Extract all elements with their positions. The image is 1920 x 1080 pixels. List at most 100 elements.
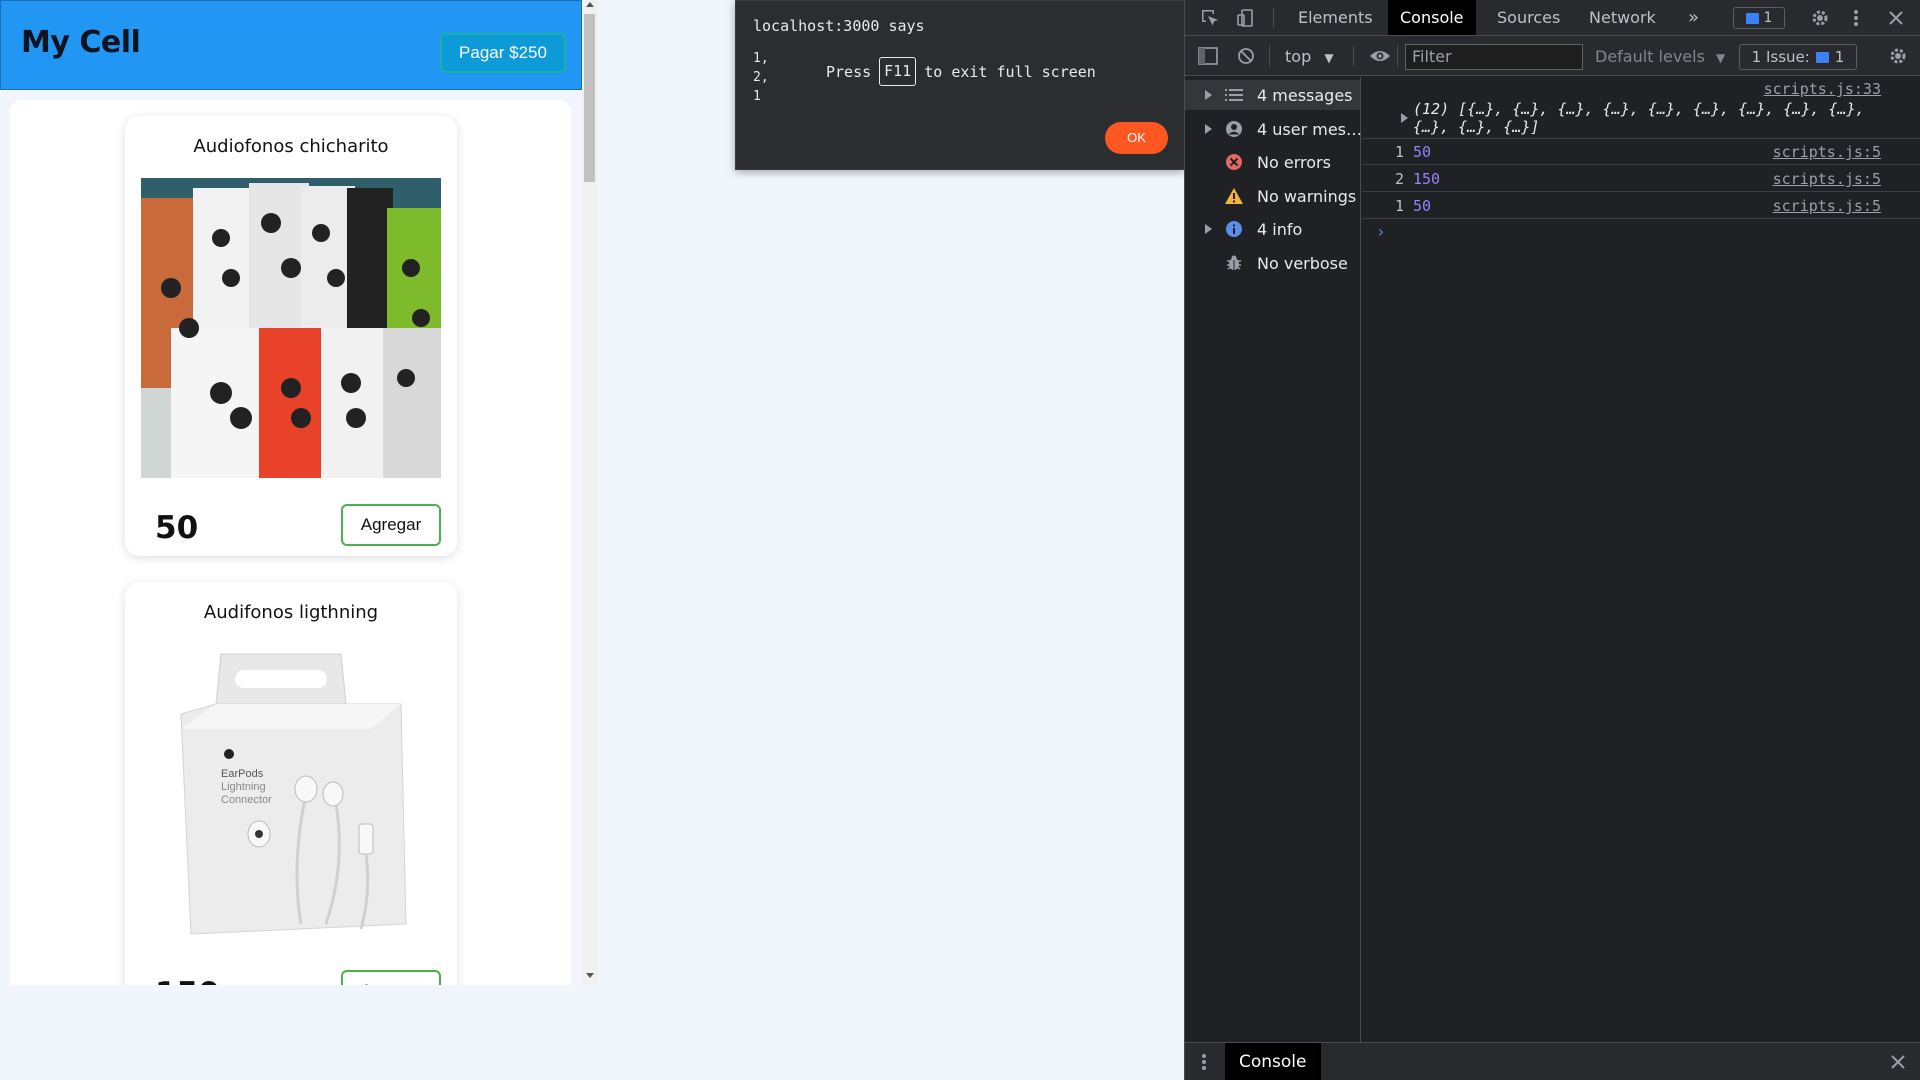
product-title: Audiofonos chicharito [193,136,389,157]
issues-toolbar-count: 1 [1834,48,1845,66]
product-price: 150 [155,976,220,985]
source-link[interactable]: scripts.js:5 [1773,143,1881,161]
svg-text:Connector: Connector [221,794,272,806]
source-link[interactable]: scripts.js:33 [1764,80,1881,98]
console-filter-input[interactable]: Filter [1405,44,1583,70]
devtools-tab-bar: Elements Console Sources Network » 1 [1185,0,1920,36]
settings-gear-icon[interactable] [1809,7,1831,29]
sidebar-item-messages[interactable]: 4 messages [1185,80,1360,110]
sidebar-toggle-icon[interactable] [1197,45,1219,67]
sidebar-item-label: No errors [1257,152,1331,172]
inspect-element-icon[interactable] [1199,7,1221,29]
console-row-log: 1 50 scripts.js:5 [1362,139,1920,165]
sidebar-item-label: No warnings [1257,186,1357,206]
bug-icon [1223,252,1245,274]
message-icon [1745,12,1759,24]
log-levels-dropdown[interactable]: Default levels ▼ [1595,44,1725,71]
log-count: 1 [1395,197,1405,215]
log-count: 1 [1395,143,1405,161]
fullscreen-notice: Press F11 to exit full screen [826,57,1096,86]
console-settings-gear-icon[interactable] [1887,45,1909,67]
chevron-down-icon: ▼ [1716,51,1726,65]
info-icon [1223,218,1245,240]
sidebar-item-warnings[interactable]: No warnings [1185,181,1360,211]
issues-badge-count: 1 [1763,10,1773,26]
error-icon [1223,151,1245,173]
sidebar-item-verbose[interactable]: No verbose [1185,248,1360,278]
drawer-menu-kebab-icon[interactable] [1197,1051,1211,1073]
issues-toolbar-label: 1 Issue: [1751,48,1810,66]
console-sidebar: 4 messages 4 user mes… No errors No warn… [1185,77,1363,1042]
console-toolbar: top ▼ Filter Default levels ▼ 1 Issue: 1 [1185,36,1920,76]
more-tabs-button[interactable]: » [1676,0,1711,35]
array-preview[interactable]: (12) [{…}, {…}, {…}, {…}, {…}, {…}, {…},… [1413,100,1883,136]
console-row-log: 2 150 scripts.js:5 [1362,165,1920,192]
alert-dialog: localhost:3000 says 1, 2, 1 Press F11 to… [735,0,1185,170]
devtools-panel: Elements Console Sources Network » 1 top… [1184,0,1920,1080]
sidebar-item-label: 4 user mes… [1257,119,1363,139]
product-price: 50 [155,510,199,546]
context-value: top [1285,47,1312,66]
issues-badge[interactable]: 1 [1733,7,1785,29]
tab-sources[interactable]: Sources [1485,0,1572,35]
console-row-object: scripts.js:33 (12) [{…}, {…}, {…}, {…}, … [1362,77,1920,139]
user-icon [1223,118,1245,140]
source-link[interactable]: scripts.js:5 [1773,197,1881,215]
product-image-earbuds-boxes [141,178,441,478]
context-selector[interactable]: top ▼ [1285,44,1334,71]
log-value: 50 [1413,143,1432,161]
more-options-kebab-icon[interactable] [1849,7,1863,29]
close-drawer-icon[interactable] [1887,1051,1909,1073]
product-image-earpods-box: EarPods Lightning Connector [141,644,441,944]
sidebar-item-errors[interactable]: No errors [1185,147,1360,177]
product-title: Audifonos ligthning [203,602,379,623]
sidebar-item-user-messages[interactable]: 4 user mes… [1185,114,1363,144]
app-title: My Cell [21,25,141,60]
sidebar-item-label: 4 messages [1257,85,1353,105]
chevron-down-icon: ▼ [1324,51,1334,65]
source-link[interactable]: scripts.js:5 [1773,170,1881,188]
live-expression-eye-icon[interactable] [1368,45,1392,67]
tab-console[interactable]: Console [1388,0,1476,35]
add-to-cart-button[interactable]: Agregar [341,504,441,546]
expand-arrow-icon [1205,90,1212,100]
devtools-drawer: Console [1185,1042,1920,1080]
log-value: 50 [1413,197,1432,215]
close-devtools-icon[interactable] [1885,7,1907,29]
issues-toolbar-button[interactable]: 1 Issue: 1 [1739,44,1857,70]
console-output: scripts.js:33 (12) [{…}, {…}, {…}, {…}, … [1362,77,1920,1042]
message-icon [1815,51,1829,63]
sidebar-item-label: 4 info [1257,219,1303,239]
expand-arrow-icon[interactable] [1401,113,1408,123]
expand-arrow-icon [1205,124,1212,134]
log-levels-label: Default levels [1595,47,1705,66]
clear-console-icon[interactable] [1235,45,1257,67]
svg-text:Lightning: Lightning [221,781,266,793]
scroll-up-arrow-icon[interactable] [586,2,594,7]
device-toolbar-icon[interactable] [1235,7,1257,29]
page-scrollbar[interactable] [582,0,598,985]
tab-network[interactable]: Network [1577,0,1668,35]
add-to-cart-button[interactable]: Agregar [341,970,441,985]
expand-arrow-icon [1205,224,1212,234]
app-header: My Cell Pagar $250 [0,0,582,90]
pay-button[interactable]: Pagar $250 [440,33,566,73]
list-icon [1223,84,1245,106]
product-card: Audifonos ligthning EarPods Lightning Co… [125,582,457,985]
sidebar-item-info[interactable]: 4 info [1185,214,1360,244]
svg-text:EarPods: EarPods [221,768,264,780]
app-viewport: My Cell Pagar $250 Audiofonos chicharito [0,0,598,985]
console-prompt-chevron-icon[interactable]: › [1376,222,1386,241]
drawer-tab-console[interactable]: Console [1225,1043,1321,1080]
fullscreen-press-text: Press [826,62,872,81]
scroll-down-arrow-icon[interactable] [586,973,594,978]
alert-message: 1, 2, 1 [753,51,769,104]
scrollbar-thumb[interactable] [584,14,595,182]
log-count: 2 [1395,170,1405,188]
sidebar-item-label: No verbose [1257,253,1348,273]
fullscreen-rest-text: to exit full screen [924,62,1096,81]
alert-origin: localhost:3000 says [753,17,925,35]
alert-ok-button[interactable]: OK [1105,122,1168,154]
tab-elements[interactable]: Elements [1286,0,1385,35]
product-card: Audiofonos chicharito 50 Agregar [125,116,457,556]
